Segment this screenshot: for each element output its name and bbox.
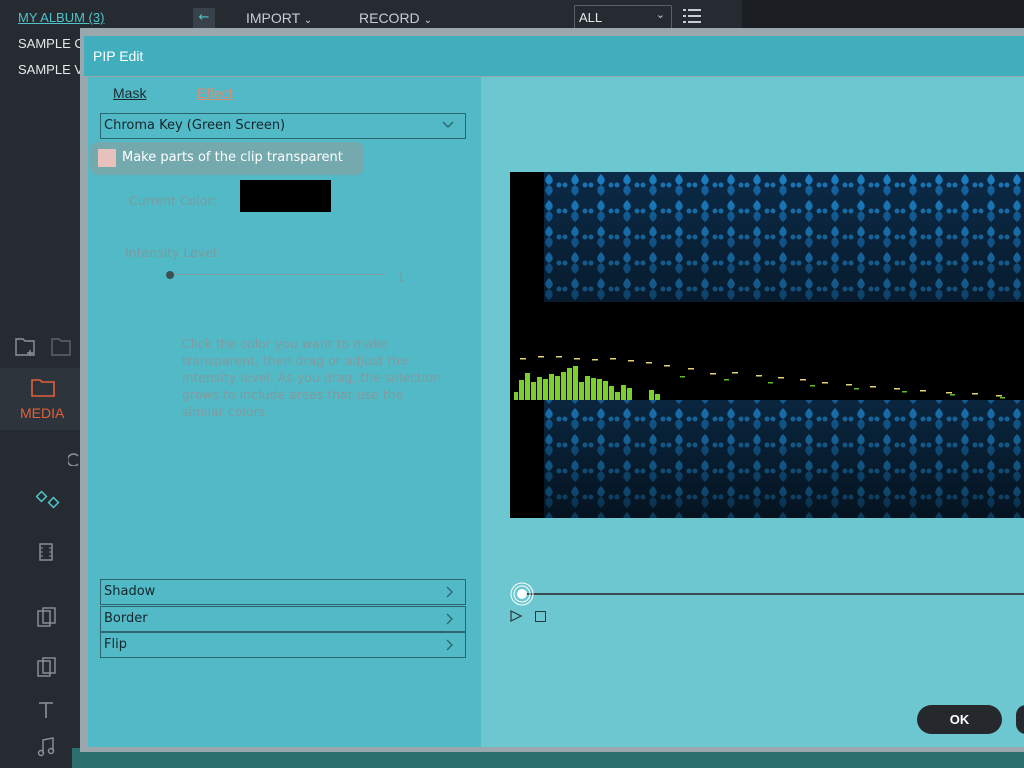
arrow-left-icon[interactable]: ← [193, 8, 215, 28]
playback-scrubber-track[interactable] [520, 593, 1024, 595]
chevron-right-icon [446, 586, 453, 598]
pip-track-icon-2 [37, 657, 56, 677]
chevron-down-icon [442, 121, 454, 128]
list-view-icon[interactable] [682, 6, 702, 26]
new-folder-icon[interactable] [14, 336, 38, 358]
background-preview-strip [742, 0, 1024, 30]
effect-select-value: Chroma Key (Green Screen) [104, 118, 286, 133]
intensity-slider-track[interactable] [170, 274, 385, 275]
video-frame-image [510, 172, 1024, 518]
dialog-title: PIP Edit [93, 48, 144, 64]
border-label: Border [104, 611, 148, 626]
dialog-header[interactable] [84, 36, 1024, 76]
album-item-sample-videos[interactable]: SAMPLE VI [18, 62, 87, 77]
filter-value: ALL [579, 10, 603, 25]
stop-icon[interactable] [535, 611, 546, 622]
tab-effect[interactable]: Effect [197, 85, 233, 101]
delete-folder-icon[interactable] [50, 336, 74, 358]
album-title[interactable]: MY ALBUM (3) [18, 10, 104, 25]
effect-select[interactable]: Chroma Key (Green Screen) [100, 113, 466, 139]
current-color-label: Current Color: [129, 193, 217, 208]
help-text: Click the color you want to make transpa… [182, 336, 442, 419]
chevron-right-icon [446, 639, 453, 651]
current-color-swatch[interactable] [240, 180, 331, 212]
chevron-down-icon: ⌄ [303, 15, 313, 26]
play-icon[interactable] [509, 609, 523, 623]
filter-select[interactable]: ALL ⌄ [574, 5, 672, 29]
import-menu[interactable]: IMPORT ⌄ [246, 10, 312, 26]
shadow-label: Shadow [104, 584, 156, 599]
video-track-icon [39, 543, 53, 561]
shadow-section[interactable]: Shadow [100, 579, 466, 605]
flip-section[interactable]: Flip [100, 632, 466, 658]
import-label: IMPORT [246, 10, 300, 26]
intensity-slider-thumb[interactable] [166, 271, 174, 279]
border-section[interactable]: Border [100, 606, 466, 632]
playback-scrubber-handle[interactable] [510, 582, 534, 606]
tab-mask[interactable]: Mask [113, 85, 146, 101]
chevron-right-icon [446, 613, 453, 625]
media-tab-label: MEDIA [20, 405, 65, 421]
record-menu[interactable]: RECORD ⌄ [359, 10, 432, 26]
pip-track-icon [37, 607, 56, 627]
intensity-label: Intensity Level: [125, 245, 221, 260]
video-preview[interactable] [510, 172, 1024, 518]
chevron-down-icon: ⌄ [655, 9, 665, 21]
transparent-checkbox-label[interactable]: Make parts of the clip transparent [122, 150, 343, 165]
chevron-down-icon: ⌄ [423, 15, 432, 26]
transparent-checkbox[interactable] [98, 149, 116, 167]
cancel-button[interactable] [1016, 705, 1024, 734]
music-track-icon [37, 737, 55, 757]
text-track-icon [39, 702, 53, 718]
snap-icon[interactable] [36, 490, 62, 510]
undo-icon[interactable] [68, 452, 80, 466]
flip-label: Flip [104, 637, 127, 652]
ok-button[interactable]: OK [917, 705, 1002, 734]
record-label: RECORD [359, 10, 420, 26]
folder-icon [31, 379, 55, 397]
intensity-value: 1 [397, 270, 405, 285]
